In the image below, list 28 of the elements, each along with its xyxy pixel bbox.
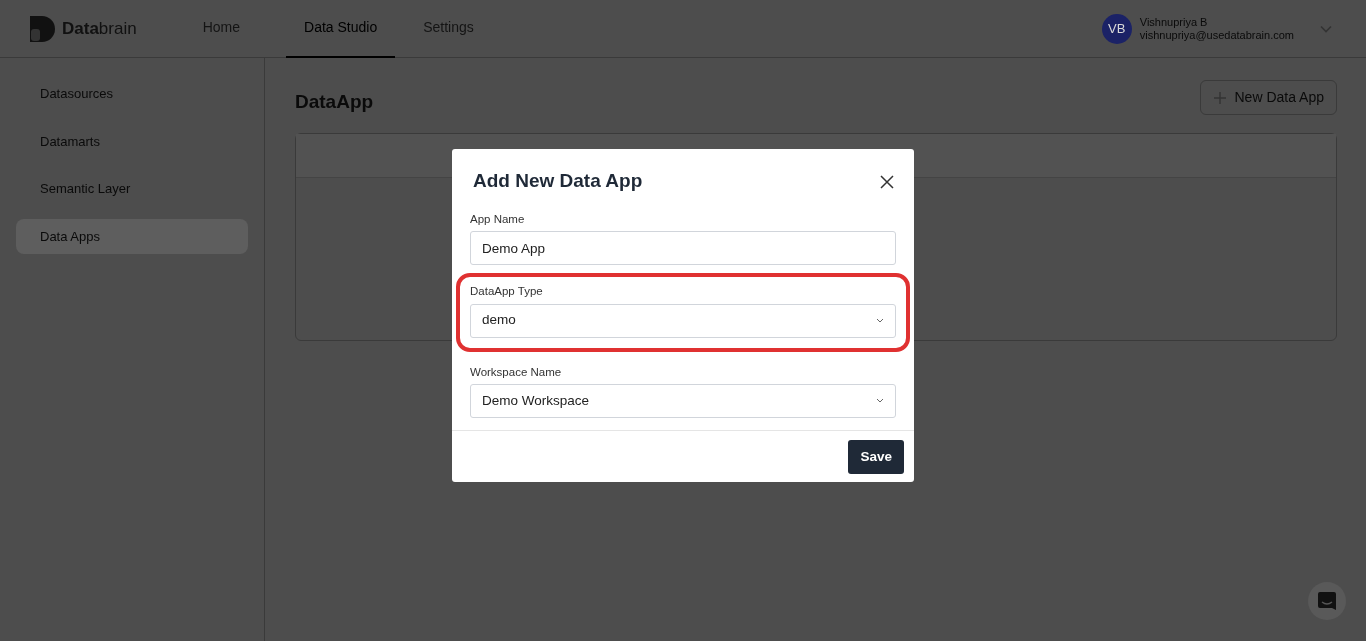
chat-button[interactable] — [1308, 582, 1346, 620]
sidebar-item[interactable]: Datasources — [16, 76, 248, 112]
logo-icon — [28, 14, 56, 43]
user-email: vishnupriya@usedatabrain.com — [1139, 28, 1294, 42]
plus-icon — [1212, 90, 1227, 105]
chevron-down-icon — [876, 318, 884, 323]
sidebar-item[interactable]: Data Apps — [16, 218, 248, 254]
field-label: Workspace Name — [470, 364, 563, 380]
nav-tab[interactable]: Data Studio — [286, 0, 396, 58]
chevron-down-icon — [876, 398, 884, 404]
dialog-title: Add New Data App — [473, 169, 643, 193]
select-field[interactable]: demo — [470, 303, 896, 338]
avatar: VB — [1101, 13, 1132, 44]
nav-tab[interactable]: Home — [184, 0, 259, 58]
page-title: DataApp — [295, 91, 374, 114]
field-label: App Name — [470, 212, 526, 227]
chevron-down-icon[interactable] — [1320, 24, 1332, 33]
sidebar-item[interactable]: Datamarts — [16, 123, 248, 159]
chat-icon — [1317, 591, 1337, 611]
nav-tab[interactable]: Settings — [405, 0, 492, 58]
text-input[interactable]: Demo App — [470, 231, 896, 266]
sidebar-item[interactable]: Semantic Layer — [16, 171, 248, 207]
field-label: DataApp Type — [470, 284, 544, 300]
save-button[interactable]: Save — [848, 439, 904, 474]
brand-name: Databrain — [62, 17, 137, 40]
new-data-app-button[interactable]: New Data App — [1199, 80, 1337, 115]
user-name: Vishnupriya B — [1139, 15, 1209, 29]
select-field[interactable]: Demo Workspace — [470, 383, 896, 418]
